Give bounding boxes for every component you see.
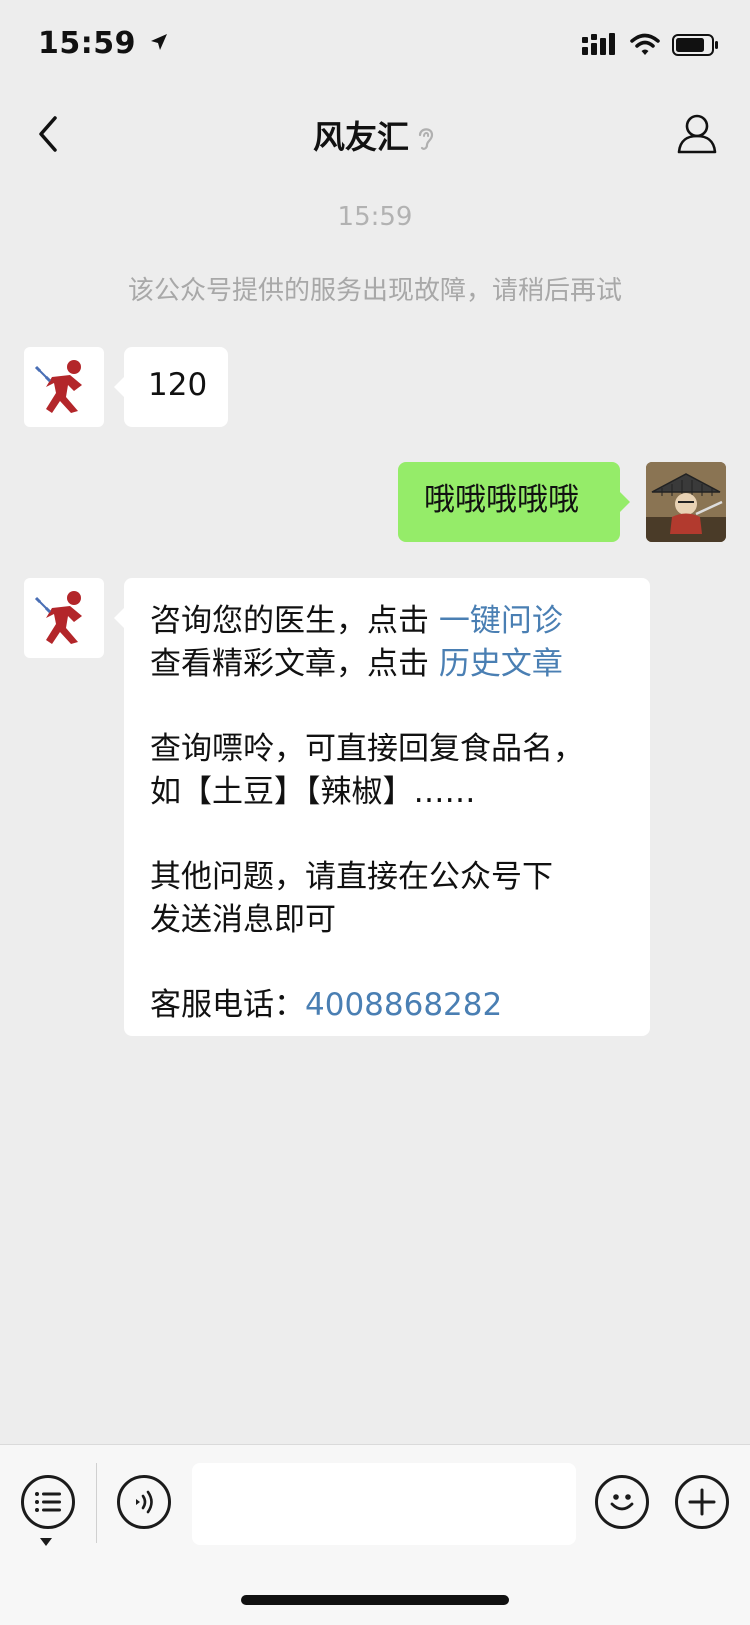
emoji-icon	[610, 1494, 634, 1511]
status-time: 15:59	[38, 26, 169, 61]
nav-title: 风友汇	[312, 118, 409, 156]
battery-icon	[672, 34, 718, 56]
ear-icon	[418, 128, 434, 150]
consult-link[interactable]: 一键问诊	[439, 603, 563, 639]
welcome-line: 其他问题，请直接在公众号下	[150, 859, 553, 895]
input-divider	[96, 1463, 97, 1543]
logo-icon	[34, 591, 82, 644]
profile-button[interactable]	[672, 108, 722, 158]
message-text: 哦哦哦哦哦	[424, 482, 579, 518]
caret-down-icon	[40, 1538, 52, 1546]
official-account-avatar[interactable]	[24, 578, 104, 658]
message-text: 120	[148, 367, 208, 403]
user-avatar-image	[646, 462, 726, 542]
welcome-line-articles: 查看精彩文章，点击 历史文章	[150, 643, 630, 686]
welcome-gap	[150, 814, 630, 856]
nav-title-wrap: 风友汇	[0, 112, 750, 158]
status-indicators	[582, 30, 720, 60]
status-time-text: 15:59	[38, 26, 136, 61]
message-timestamp: 15:59	[337, 202, 413, 232]
message-input[interactable]	[192, 1463, 576, 1545]
menu-list-icon	[35, 1492, 61, 1512]
signal-icon	[582, 33, 615, 55]
plus-icon	[688, 1488, 716, 1516]
system-notice: 该公众号提供的服务出现故障，请稍后再试	[127, 276, 622, 306]
add-button[interactable]	[675, 1475, 729, 1529]
location-arrow-icon	[150, 34, 167, 50]
menu-toggle-button[interactable]	[21, 1475, 75, 1529]
welcome-line-phone: 客服电话：4008868282	[150, 984, 630, 1027]
welcome-text: 咨询您的医生，点击	[150, 603, 439, 639]
user-avatar[interactable]	[646, 462, 726, 542]
logo-icon	[34, 360, 82, 413]
emoji-button[interactable]	[595, 1475, 649, 1529]
home-indicator	[241, 1595, 509, 1605]
welcome-line: 查询嘌呤，可直接回复食品名，	[150, 731, 584, 767]
message-bubble-120[interactable]: 120	[114, 347, 228, 427]
welcome-line-consult: 咨询您的医生，点击 一键问诊	[150, 600, 630, 643]
welcome-gap	[150, 686, 630, 728]
history-articles-link[interactable]: 历史文章	[439, 646, 563, 682]
person-icon	[677, 114, 717, 154]
nav-bar: 风友汇	[0, 90, 750, 176]
voice-button[interactable]	[117, 1475, 171, 1529]
welcome-line: 如【土豆】【辣椒】……	[150, 774, 476, 810]
status-bar: 15:59	[0, 0, 750, 90]
message-bubble-welcome: 咨询您的医生，点击 一键问诊 查看精彩文章，点击 历史文章 查询嘌呤，可直接回复…	[114, 578, 650, 1036]
welcome-line: 发送消息即可	[150, 902, 336, 938]
wifi-icon	[630, 33, 660, 55]
welcome-gap	[150, 942, 630, 984]
official-account-avatar[interactable]	[24, 347, 104, 427]
welcome-text: 查看精彩文章，点击	[150, 646, 439, 682]
phone-label: 客服电话：	[150, 987, 305, 1023]
message-bubble-self[interactable]: 哦哦哦哦哦	[398, 462, 630, 542]
voice-icon	[136, 1490, 153, 1514]
phone-number-link[interactable]: 4008868282	[305, 987, 502, 1023]
